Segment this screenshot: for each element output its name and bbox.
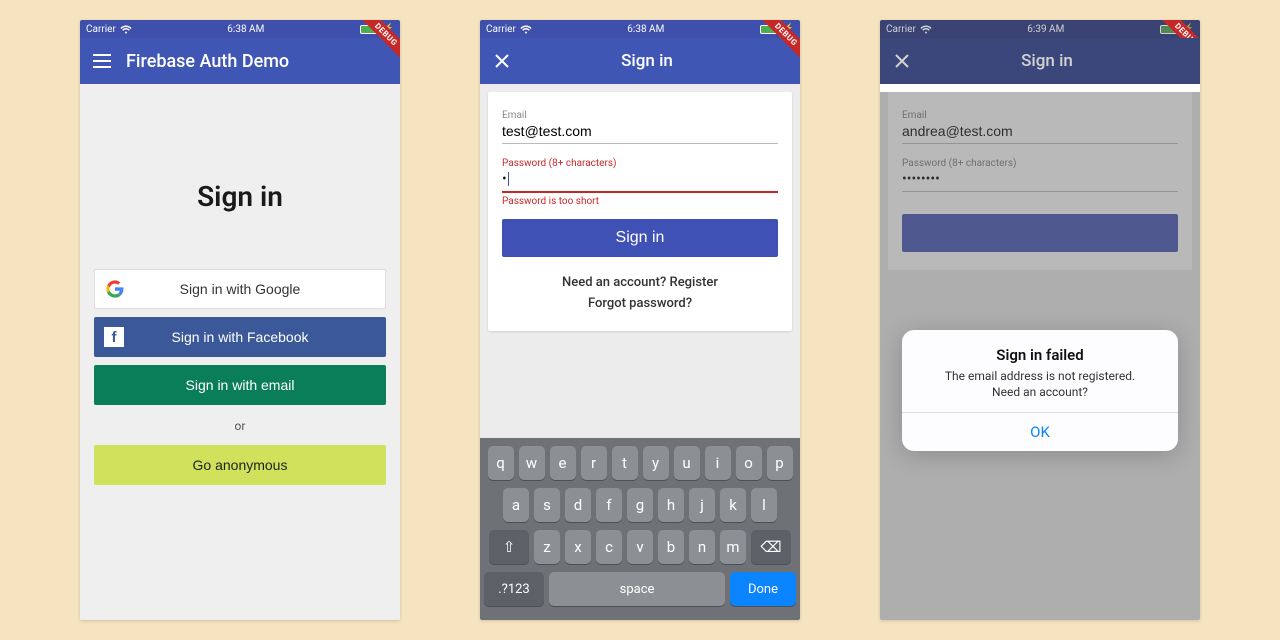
anonymous-signin-label: Go anonymous <box>193 457 288 473</box>
alert-title: Sign in failed <box>920 346 1160 364</box>
status-bar: Carrier 6:38 AM ⚡ <box>480 20 800 38</box>
facebook-signin-label: Sign in with Facebook <box>94 329 386 345</box>
forgot-password-link[interactable]: Forgot password? <box>502 296 778 311</box>
key-t[interactable]: t <box>612 446 638 480</box>
key-backspace[interactable]: ⌫ <box>751 530 791 564</box>
key-c[interactable]: c <box>596 530 622 564</box>
key-p[interactable]: p <box>767 446 793 480</box>
clock: 6:38 AM <box>627 24 664 35</box>
google-signin-button[interactable]: Sign in with Google <box>94 269 386 309</box>
alert-dialog: Sign in failed The email address is not … <box>902 330 1178 451</box>
email-field[interactable] <box>502 121 778 144</box>
key-symbols[interactable]: .?123 <box>484 572 544 606</box>
key-a[interactable]: a <box>503 488 529 522</box>
key-y[interactable]: y <box>643 446 669 480</box>
phone-signin-failed: Carrier 6:39 AM ⚡ DEBUG Sign in Email Pa… <box>880 20 1200 620</box>
key-k[interactable]: k <box>720 488 746 522</box>
key-done[interactable]: Done <box>730 572 796 606</box>
key-u[interactable]: u <box>674 446 700 480</box>
page-title: Firebase Auth Demo <box>126 51 388 72</box>
carrier-label: Carrier <box>886 24 916 35</box>
key-g[interactable]: g <box>627 488 653 522</box>
alert-message-line2: Need an account? <box>992 385 1088 399</box>
google-signin-label: Sign in with Google <box>95 281 385 297</box>
password-label: Password (8+ characters) <box>502 158 778 169</box>
key-r[interactable]: r <box>581 446 607 480</box>
key-e[interactable]: e <box>550 446 576 480</box>
key-o[interactable]: o <box>736 446 762 480</box>
key-w[interactable]: w <box>519 446 545 480</box>
email-label: Email <box>502 110 778 121</box>
email-signin-button[interactable]: Sign in with email <box>94 365 386 405</box>
key-h[interactable]: h <box>658 488 684 522</box>
clock: 6:39 AM <box>1027 24 1064 35</box>
auth-options-body: Sign in Sign in with Google f Sign in wi… <box>80 84 400 620</box>
key-z[interactable]: z <box>534 530 560 564</box>
email-signin-body: Email Password (8+ characters) • Passwor… <box>480 84 800 620</box>
keyboard-row-2: asdfghjkl <box>484 488 796 522</box>
key-n[interactable]: n <box>689 530 715 564</box>
keyboard-row-3: ⇧zxcvbnm⌫ <box>484 530 796 564</box>
phone-email-signin: Carrier 6:38 AM ⚡ DEBUG Sign in Email Pa… <box>480 20 800 620</box>
app-bar: Sign in <box>880 38 1200 84</box>
alert-ok-button[interactable]: OK <box>902 412 1178 451</box>
status-bar: Carrier 6:39 AM ⚡ <box>880 20 1200 38</box>
wifi-icon <box>920 25 932 34</box>
key-s[interactable]: s <box>534 488 560 522</box>
password-error: Password is too short <box>502 196 778 207</box>
status-bar: Carrier 6:38 AM ⚡ <box>80 20 400 38</box>
register-link[interactable]: Need an account? Register <box>502 275 778 290</box>
key-shift[interactable]: ⇧ <box>489 530 529 564</box>
app-bar: Sign in <box>480 38 800 84</box>
key-j[interactable]: j <box>689 488 715 522</box>
alert-message-line1: The email address is not registered. <box>945 369 1135 383</box>
key-b[interactable]: b <box>658 530 684 564</box>
signin-hero: Sign in <box>197 180 283 213</box>
email-signin-label: Sign in with email <box>186 377 295 393</box>
menu-icon[interactable] <box>92 54 112 68</box>
key-d[interactable]: d <box>565 488 591 522</box>
anonymous-signin-button[interactable]: Go anonymous <box>94 445 386 485</box>
signin-button[interactable]: Sign in <box>502 219 778 257</box>
key-l[interactable]: l <box>751 488 777 522</box>
app-bar: Firebase Auth Demo <box>80 38 400 84</box>
key-x[interactable]: x <box>565 530 591 564</box>
key-m[interactable]: m <box>720 530 746 564</box>
soft-keyboard: qwertyuiop asdfghjkl ⇧zxcvbnm⌫ .?123 spa… <box>480 438 800 620</box>
or-divider: or <box>235 419 246 433</box>
carrier-label: Carrier <box>486 24 516 35</box>
key-v[interactable]: v <box>627 530 653 564</box>
facebook-signin-button[interactable]: f Sign in with Facebook <box>94 317 386 357</box>
key-space[interactable]: space <box>549 572 725 606</box>
phone-auth-options: Carrier 6:38 AM ⚡ DEBUG Firebase Auth De… <box>80 20 400 620</box>
keyboard-row-bottom: .?123 space Done <box>484 572 796 606</box>
password-field[interactable]: • <box>502 169 778 193</box>
wifi-icon <box>120 25 132 34</box>
key-f[interactable]: f <box>596 488 622 522</box>
page-title: Sign in <box>906 51 1188 71</box>
wifi-icon <box>520 25 532 34</box>
signin-card: Email Password (8+ characters) • Passwor… <box>488 92 792 331</box>
signin-failed-body: Email Password (8+ characters) •••••••• … <box>880 92 1200 620</box>
carrier-label: Carrier <box>86 24 116 35</box>
clock: 6:38 AM <box>227 24 264 35</box>
page-title: Sign in <box>506 51 788 71</box>
key-i[interactable]: i <box>705 446 731 480</box>
keyboard-row-1: qwertyuiop <box>484 446 796 480</box>
key-q[interactable]: q <box>488 446 514 480</box>
